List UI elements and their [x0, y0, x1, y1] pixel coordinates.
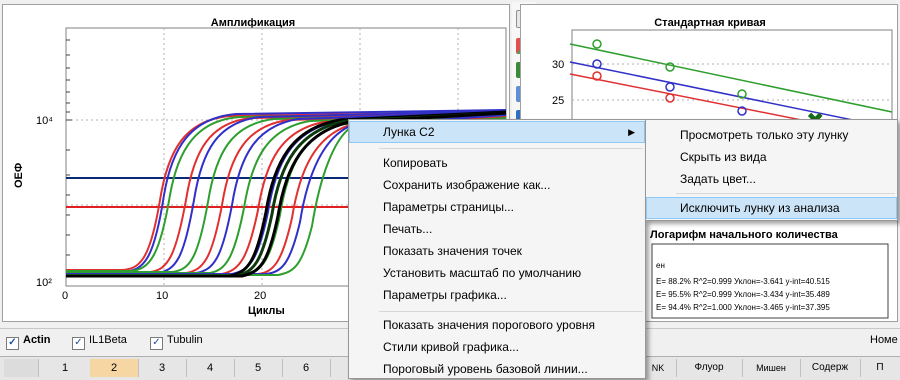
submenu-item-exclude-well[interactable]: Исключить лунку из анализа [646, 197, 897, 219]
grid-header-p[interactable]: П [860, 359, 900, 377]
submenu-item-hide-from-view[interactable]: Скрыть из вида [646, 146, 897, 168]
legend-entry-2: E= 95.5% R^2=0.999 Уклон=-3.434 y-int=35… [656, 290, 830, 299]
y-tick-30: 30 [552, 59, 564, 71]
plate-corner[interactable] [4, 359, 39, 377]
standard-curve-plot-area [571, 29, 893, 131]
target-label: Actin [23, 334, 51, 346]
menu-item-show-threshold[interactable]: Показать значения порогового уровня [349, 314, 645, 336]
plate-column-header[interactable]: 4 [186, 359, 235, 377]
submenu-arrow-icon: ▶ [628, 127, 635, 137]
amplification-ylabel: ОЕФ [13, 163, 25, 188]
menu-separator [379, 148, 643, 149]
plate-column-header[interactable]: 2 [90, 359, 139, 377]
y-tick-1e2: 10² [36, 277, 52, 289]
legend-label: ен [656, 261, 665, 270]
log-quantity-label: Логарифм начального количества [650, 229, 839, 241]
plate-column-header[interactable]: 3 [138, 359, 187, 377]
target-checkbox-tubulin[interactable]: ✓ Tubulin [150, 334, 203, 350]
legend-entry-3: E= 94.4% R^2=1.000 Уклон=-3.465 y-int=37… [656, 303, 830, 312]
target-label: Tubulin [167, 334, 203, 346]
menu-item-page-setup[interactable]: Параметры страницы... [349, 196, 645, 218]
well-submenu: Просмотреть только эту лунку Скрыть из в… [645, 119, 898, 221]
y-tick-1e4: 10⁴ [36, 115, 53, 127]
context-menu: Лунка С2 ▶ Копировать Сохранить изображе… [348, 119, 646, 379]
grid-header-content[interactable]: Содерж [800, 359, 861, 377]
submenu-item-view-only-this-well[interactable]: Просмотреть только эту лунку [646, 124, 897, 146]
grid-header-fluor[interactable]: Флуор [676, 359, 743, 377]
checkbox-icon[interactable]: ✓ [6, 337, 19, 350]
legend-entry-1: E= 88.2% R^2=0.999 Уклон=-3.641 y-int=40… [656, 277, 830, 286]
menu-item-chart-settings[interactable]: Параметры графика... [349, 284, 645, 306]
x-tick-0: 0 [62, 290, 68, 302]
menu-item-baseline-threshold[interactable]: Пороговый уровень базовой линии... [349, 358, 645, 380]
menu-item-print[interactable]: Печать... [349, 218, 645, 240]
target-checkbox-actin[interactable]: ✓ Actin [6, 334, 51, 350]
x-tick-20: 20 [254, 290, 266, 302]
plate-column-header[interactable]: 1 [40, 359, 91, 377]
x-tick-10: 10 [156, 290, 168, 302]
menu-separator [379, 311, 643, 312]
plate-column-header[interactable]: 5 [234, 359, 283, 377]
target-checkbox-il1beta[interactable]: ✓ IL1Beta [72, 334, 127, 350]
menu-item-curve-styles[interactable]: Стили кривой графика... [349, 336, 645, 358]
number-header: Номе [870, 334, 898, 346]
menu-item-label: Лунка С2 [383, 125, 435, 139]
menu-item-show-point-values[interactable]: Показать значения точек [349, 240, 645, 262]
plate-column-header[interactable]: 6 [282, 359, 331, 377]
menu-item-well-c2[interactable]: Лунка С2 ▶ [349, 121, 645, 143]
y-tick-25: 25 [552, 95, 564, 107]
submenu-item-set-color[interactable]: Задать цвет... [646, 168, 897, 190]
menu-item-default-zoom[interactable]: Установить масштаб по умолчанию [349, 262, 645, 284]
checkbox-icon[interactable]: ✓ [150, 337, 163, 350]
checkbox-icon[interactable]: ✓ [72, 337, 85, 350]
menu-separator [676, 193, 895, 194]
grid-header-target[interactable]: Мишен [742, 359, 801, 377]
menu-item-copy[interactable]: Копировать [349, 152, 645, 174]
target-label: IL1Beta [89, 334, 127, 346]
amplification-xlabel: Циклы [248, 305, 285, 317]
menu-item-save-image[interactable]: Сохранить изображение как... [349, 174, 645, 196]
